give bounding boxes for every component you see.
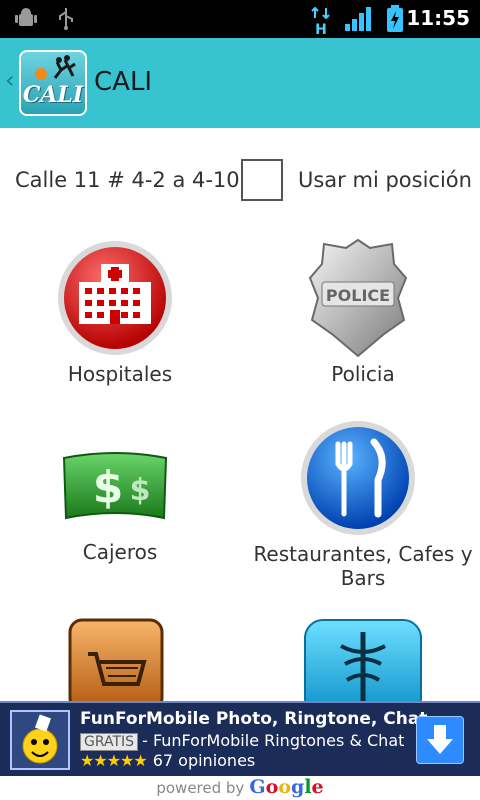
ad-gratis-badge: GRATIS	[80, 733, 139, 751]
back-chevron-icon[interactable]: ‹	[5, 66, 15, 94]
ad-title: FunForMobile Photo, Ringtone, Chat	[80, 709, 428, 729]
address-label: Calle 11 # 4-2 a 4-100	[15, 168, 254, 192]
clock: 11:55	[406, 6, 470, 30]
app-logo[interactable]: CALI	[19, 50, 87, 116]
action-bar: ‹ CALI CALI	[0, 38, 480, 128]
tile-label-restaurantes-line2: Bars	[340, 566, 386, 590]
powered-by-text: powered by	[156, 779, 245, 797]
ad-subtitle-row: GRATIS - FunForMobile Ringtones & Chat	[80, 731, 404, 751]
hospital-icon	[58, 241, 172, 355]
download-arrow-icon	[427, 725, 453, 754]
fork-knife-icon	[301, 421, 415, 535]
usb-icon	[59, 8, 73, 30]
police-badge-text: POLICE	[326, 286, 390, 305]
use-position-checkbox[interactable]	[241, 159, 283, 201]
ad-reviews: 67 opiniones	[152, 751, 256, 770]
status-bar: H 11:55	[0, 0, 480, 38]
tile-label-restaurantes-line1: Restaurantes, Cafes y	[253, 542, 473, 566]
ad-rating-row: ★★★★★ 67 opiniones	[80, 751, 255, 770]
tile-label-hospitales: Hospitales	[67, 362, 173, 386]
logo-text: CALI	[22, 82, 84, 108]
powered-by-footer: powered by Google	[0, 776, 480, 800]
ad-stars: ★★★★★	[80, 751, 148, 770]
shopping-cart-icon	[68, 618, 164, 702]
svg-text:$: $	[130, 473, 151, 508]
tile-label-policia: Policia	[331, 362, 395, 386]
tile-label-restaurantes: Restaurantes, Cafes y Bars	[243, 542, 480, 590]
google-logo: Google	[249, 776, 324, 798]
svg-text:$: $	[93, 462, 124, 513]
ad-thumbnail	[10, 710, 70, 770]
police-badge-icon: POLICE	[308, 238, 408, 358]
use-position-label[interactable]: Usar mi posición	[298, 168, 472, 192]
battery-charging-icon	[387, 5, 403, 32]
cash-icon: $ $	[62, 452, 168, 520]
ad-banner[interactable]: FunForMobile Photo, Ringtone, Chat GRATI…	[0, 701, 480, 776]
caduceus-icon	[304, 619, 422, 702]
ad-download-button[interactable]	[416, 716, 464, 764]
signal-icon	[345, 7, 371, 31]
tile-label-cajeros: Cajeros	[82, 540, 158, 564]
network-type-label: H	[315, 22, 327, 38]
page-title: CALI	[94, 67, 153, 97]
network-h-icon: H	[310, 4, 332, 37]
ad-subtitle: - FunForMobile Ringtones & Chat	[142, 731, 405, 750]
android-debug-icon	[15, 8, 37, 26]
